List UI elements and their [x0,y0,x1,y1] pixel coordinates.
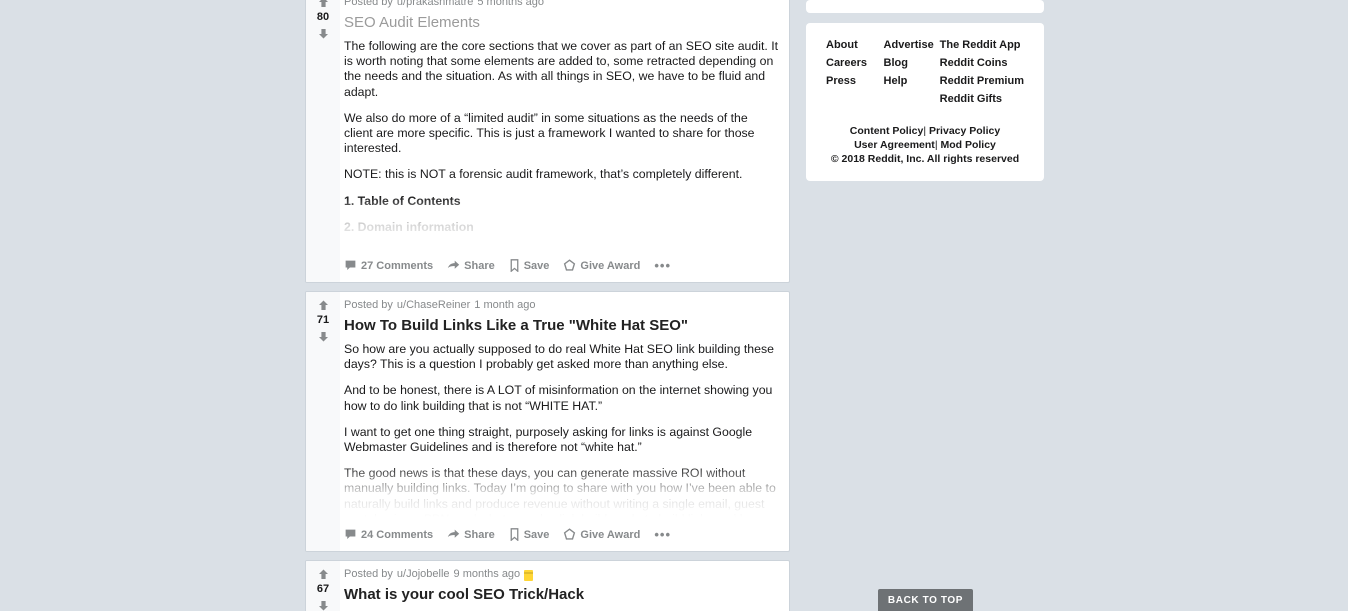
footer-legal-row-2: User Agreement| Mod Policy [826,139,1024,151]
upvote-icon[interactable] [315,0,331,10]
post-body: So how are you actually supposed to do r… [344,342,779,517]
footer-link-about[interactable]: About [826,39,884,51]
footer-link-privacy-policy[interactable]: Privacy Policy [929,125,1000,137]
share-label: Share [464,259,495,272]
save-label: Save [523,528,550,541]
post-author[interactable]: u/ChaseReiner [397,298,470,312]
post-timestamp: 5 months ago [477,0,545,8]
footer-copyright: © 2018 Reddit, Inc. All rights reserved [830,153,1020,165]
downvote-icon[interactable] [315,328,331,344]
post-paragraph: So how are you actually supposed to do r… [344,342,774,372]
post-score: 67 [316,583,330,595]
footer-column-resources: Advertise Blog Help [884,39,940,105]
post-meta: Posted by u/ChaseReiner 1 month ago [344,298,779,314]
footer-link-user-agreement[interactable]: User Agreement [854,139,935,151]
footer-link-reddit-gifts[interactable]: Reddit Gifts [940,93,1024,105]
footer-legal: Content Policy| Privacy Policy User Agre… [826,125,1024,165]
share-button[interactable]: Share [447,257,501,274]
post-paragraph: The following are the core sections that… [344,39,779,99]
comments-button[interactable]: 27 Comments [344,257,439,274]
share-label: Share [464,528,495,541]
comments-button[interactable]: 24 Comments [344,526,439,543]
post-paragraph: The good news is that these days, you ca… [344,466,776,517]
legal-separator: | [923,125,927,137]
downvote-icon[interactable] [315,597,331,611]
post-title[interactable]: SEO Audit Elements [344,13,779,33]
post-content: Posted by u/prakashmatre 5 months ago SE… [340,0,789,282]
site-footer-card: About Careers Press Advertise Blog Help … [806,23,1044,181]
save-label: Save [523,259,550,272]
post-actions: 24 Comments Share Save Give Award ••• [344,519,779,551]
vote-controls: 71 [306,292,340,551]
post-paragraph: I want to get one thing straight, purpos… [344,424,753,455]
reddit-feed-page: 80 Posted by u/prakashmatre 5 months ago… [0,0,1348,611]
downvote-icon[interactable] [315,25,331,41]
footer-link-columns: About Careers Press Advertise Blog Help … [826,39,1024,105]
upvote-icon[interactable] [315,297,331,313]
post-paragraph: 2. Domain information [344,219,474,234]
comments-label: 24 Comments [361,528,434,541]
posted-by-label: Posted by [344,568,393,580]
footer-column-company: About Careers Press [826,39,884,105]
save-button[interactable]: Save [509,257,556,274]
back-to-top-button[interactable]: BACK TO TOP [878,589,973,611]
footer-link-press[interactable]: Press [826,75,884,87]
vote-controls: 67 [306,561,340,611]
upvote-icon[interactable] [315,566,331,582]
post-timestamp: 1 month ago [474,299,536,311]
post-paragraph: 1. Table of Contents [344,193,461,208]
more-options-button[interactable]: ••• [654,525,677,544]
footer-link-reddit-premium[interactable]: Reddit Premium [940,75,1024,87]
post-meta: Posted by u/Jojobelle 9 months ago [344,567,779,583]
footer-legal-row-1: Content Policy| Privacy Policy [826,125,1024,137]
post-paragraph: And to be honest, there is A LOT of misi… [344,383,773,413]
post-title[interactable]: How To Build Links Like a True "White Ha… [344,316,779,336]
post-body: The following are the core sections that… [344,39,779,248]
post-title[interactable]: What is your cool SEO Trick/Hack [344,585,779,605]
footer-link-content-policy[interactable]: Content Policy [850,125,924,137]
footer-link-advertise[interactable]: Advertise [884,39,940,51]
post-card[interactable]: 80 Posted by u/prakashmatre 5 months ago… [305,0,790,283]
footer-link-help[interactable]: Help [884,75,940,87]
comments-label: 27 Comments [361,259,434,272]
post-author[interactable]: u/Jojobelle [397,567,450,581]
give-award-label: Give Award [580,528,641,541]
save-button[interactable]: Save [509,526,556,543]
post-list: 80 Posted by u/prakashmatre 5 months ago… [305,0,790,611]
post-actions: 27 Comments Share Save Give Award ••• [344,250,779,282]
more-options-button[interactable]: ••• [654,256,677,275]
footer-link-careers[interactable]: Careers [826,57,884,69]
post-content: Posted by u/Jojobelle 9 months ago What … [340,561,789,611]
posted-by-label: Posted by [344,299,393,311]
post-timestamp: 9 months ago [453,568,521,580]
post-score: 71 [316,314,330,326]
footer-link-mod-policy[interactable]: Mod Policy [940,139,995,151]
give-award-button[interactable]: Give Award [563,526,646,543]
footer-column-products: The Reddit App Reddit Coins Reddit Premi… [940,39,1024,105]
posted-by-label: Posted by [344,0,393,8]
post-card[interactable]: 67 Posted by u/Jojobelle 9 months ago Wh… [305,560,790,611]
post-paragraph: 2.1 Domain analysis [344,246,779,248]
post-card[interactable]: 71 Posted by u/ChaseReiner 1 month ago H… [305,291,790,552]
share-button[interactable]: Share [447,526,501,543]
award-badge-icon[interactable] [524,569,534,581]
footer-link-blog[interactable]: Blog [884,57,940,69]
post-paragraph: We also do more of a “limited audit” in … [344,110,755,156]
post-score: 80 [316,11,330,23]
post-author[interactable]: u/prakashmatre [397,0,473,9]
post-content: Posted by u/ChaseReiner 1 month ago How … [340,292,789,551]
give-award-label: Give Award [580,259,641,272]
footer-link-reddit-coins[interactable]: Reddit Coins [940,57,1024,69]
right-sidebar: About Careers Press Advertise Blog Help … [806,0,1044,181]
post-meta: Posted by u/prakashmatre 5 months ago [344,0,779,11]
legal-separator: | [934,139,938,151]
post-paragraph: NOTE: this is NOT a forensic audit frame… [344,167,743,182]
footer-link-reddit-app[interactable]: The Reddit App [940,39,1024,51]
sidebar-top-card [806,0,1044,13]
vote-controls: 80 [306,0,340,282]
give-award-button[interactable]: Give Award [563,257,646,274]
